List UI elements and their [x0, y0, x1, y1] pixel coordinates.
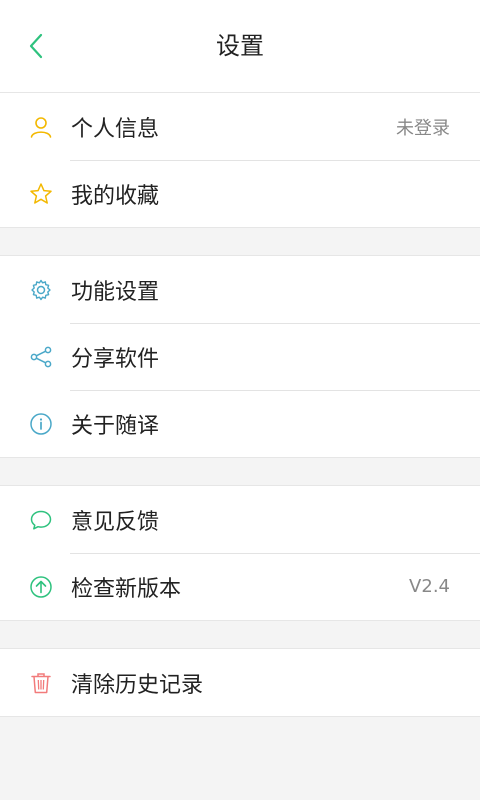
trash-icon	[29, 671, 53, 695]
page-title: 设置	[216, 32, 264, 60]
row-label: 功能设置	[71, 279, 160, 305]
user-icon	[29, 115, 53, 139]
row-favorites[interactable]: 我的收藏	[0, 160, 480, 227]
row-label: 检查新版本	[71, 576, 182, 602]
version-number: V2.4	[409, 576, 450, 597]
row-label: 关于随译	[71, 413, 160, 439]
row-function-settings[interactable]: 功能设置	[0, 256, 480, 323]
star-icon	[29, 182, 53, 206]
upload-arrow-icon	[29, 575, 53, 599]
chat-bubble-icon	[29, 508, 53, 532]
row-clear-history[interactable]: 清除历史记录	[0, 649, 480, 716]
row-check-update[interactable]: 检查新版本 V2.4	[0, 553, 480, 620]
row-feedback[interactable]: 意见反馈	[0, 486, 480, 553]
section-app: 功能设置 分享软件 关于随译	[0, 255, 480, 458]
section-feedback: 意见反馈 检查新版本 V2.4	[0, 485, 480, 621]
row-label: 清除历史记录	[71, 672, 204, 698]
info-icon	[29, 412, 53, 436]
row-personal-info[interactable]: 个人信息 未登录	[0, 93, 480, 160]
row-label: 个人信息	[71, 116, 160, 142]
row-share-app[interactable]: 分享软件	[0, 323, 480, 390]
gear-icon	[29, 278, 53, 302]
row-about[interactable]: 关于随译	[0, 390, 480, 457]
row-label: 分享软件	[71, 346, 160, 372]
share-icon	[29, 345, 53, 369]
login-status: 未登录	[396, 117, 450, 139]
row-label: 我的收藏	[71, 183, 160, 209]
section-history: 清除历史记录	[0, 648, 480, 717]
section-account: 个人信息 未登录 我的收藏	[0, 93, 480, 228]
row-label: 意见反馈	[71, 509, 160, 535]
header-bar: 设置	[0, 0, 480, 93]
